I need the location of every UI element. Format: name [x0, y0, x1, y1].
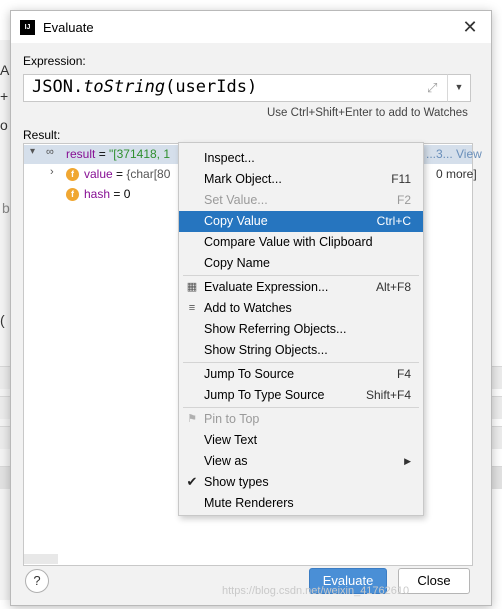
menu-separator	[183, 275, 419, 276]
history-dropdown-button[interactable]: ▼	[447, 74, 471, 102]
chevron-right-icon[interactable]: ›	[50, 166, 54, 178]
menu-item-compare-clipboard[interactable]: Compare Value with Clipboard	[179, 232, 423, 253]
menu-item-evaluate-expression[interactable]: ▦ Evaluate Expression... Alt+F8	[179, 277, 423, 298]
dialog-title: Evaluate	[43, 20, 94, 35]
watermark: https://blog.csdn.net/weixin_41762610	[222, 585, 410, 597]
menu-separator	[183, 362, 419, 363]
checkmark-icon: ✔	[186, 474, 198, 489]
menu-item-jump-to-type-source[interactable]: Jump To Type Source Shift+F4	[179, 385, 423, 406]
menu-item-mark-object[interactable]: Mark Object... F11	[179, 169, 423, 190]
field-icon: f	[66, 188, 79, 201]
result-value: "[371418, 1	[109, 147, 171, 161]
background-char: b	[2, 200, 10, 216]
help-button[interactable]: ?	[25, 569, 49, 593]
close-icon[interactable]: ✕	[458, 15, 482, 39]
watch-glasses-icon: ∞	[46, 146, 54, 158]
background-char: +	[0, 88, 9, 104]
horizontal-scrollbar[interactable]	[24, 554, 58, 564]
menu-item-show-referring-objects[interactable]: Show Referring Objects...	[179, 319, 423, 340]
watches-icon: ≡	[188, 302, 196, 314]
expression-label: Expression:	[23, 54, 86, 68]
field-name: value	[84, 167, 113, 181]
menu-item-mute-renderers[interactable]: Mute Renderers	[179, 493, 423, 514]
chevron-down-icon: ▼	[454, 82, 464, 92]
expression-input[interactable]: JSON.toString(userIds) ⤢	[23, 74, 455, 102]
calculator-icon: ▦	[186, 281, 198, 293]
menu-item-show-types[interactable]: ✔ Show types	[179, 472, 423, 493]
background-char: o	[0, 117, 8, 133]
field-value: {char[80	[126, 167, 171, 181]
menu-item-copy-name[interactable]: Copy Name	[179, 253, 423, 274]
context-menu: Inspect... Mark Object... F11 Set Value..…	[178, 142, 424, 516]
field-value-tail: 0 more]	[436, 167, 477, 181]
watches-hint: Use Ctrl+Shift+Enter to add to Watches	[267, 107, 468, 119]
menu-item-add-to-watches[interactable]: ≡ Add to Watches	[179, 298, 423, 319]
result-name: result	[66, 147, 96, 161]
menu-item-show-string-objects[interactable]: Show String Objects...	[179, 340, 423, 361]
expand-editor-icon[interactable]: ⤢	[427, 80, 437, 96]
expression-text[interactable]: JSON.toString(userIds)	[32, 77, 257, 97]
menu-item-jump-to-source[interactable]: Jump To Source F4	[179, 364, 423, 385]
result-label: Result:	[23, 128, 61, 142]
background-char: A	[0, 62, 10, 78]
menu-item-view-as[interactable]: View as ▶	[179, 451, 423, 472]
title-bar: IJ Evaluate ✕	[11, 11, 491, 43]
background-char: (	[0, 312, 5, 328]
menu-item-inspect[interactable]: Inspect...	[179, 148, 423, 169]
menu-separator	[183, 407, 419, 408]
field-value: = 0	[113, 187, 131, 201]
field-icon: f	[66, 168, 79, 181]
result-view-link[interactable]: ...3... View	[426, 147, 482, 161]
menu-item-set-value[interactable]: Set Value... F2	[179, 190, 423, 211]
menu-item-copy-value[interactable]: Copy Value Ctrl+C	[179, 211, 423, 232]
field-name: hash	[84, 187, 111, 201]
chevron-down-icon[interactable]: ▾	[30, 146, 35, 157]
submenu-arrow-icon: ▶	[404, 456, 411, 466]
pin-icon: ⚑	[187, 413, 197, 425]
menu-item-view-text[interactable]: View Text	[179, 430, 423, 451]
intellij-app-icon: IJ	[20, 20, 35, 35]
menu-item-pin-to-top[interactable]: ⚑ Pin to Top	[179, 409, 423, 430]
